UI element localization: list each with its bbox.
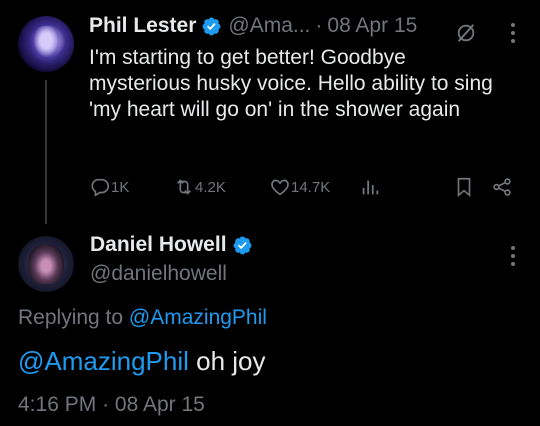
parent-tweet-text: I'm starting to get better! Goodbye myst… xyxy=(89,46,493,121)
reply-icon xyxy=(91,178,110,197)
replying-to-line: Replying to @AmazingPhil xyxy=(18,306,267,330)
reply-tweet-header: Daniel Howell xyxy=(90,233,253,257)
more-icon[interactable] xyxy=(510,246,516,266)
timestamp-separator: · xyxy=(102,393,110,416)
reply-count: 1K xyxy=(111,178,130,196)
avatar-daniel[interactable] xyxy=(18,236,74,292)
views-icon xyxy=(362,180,379,195)
reply-date: 08 Apr 15 xyxy=(114,393,205,416)
parent-date[interactable]: 08 Apr 15 xyxy=(327,14,417,38)
reply-time: 4:16 PM xyxy=(18,393,97,416)
parent-tweet-header: Phil Lester @Ama... · 08 Apr 15 xyxy=(89,14,417,38)
like-icon xyxy=(271,179,289,196)
reply-button[interactable]: 1K xyxy=(89,176,129,198)
like-button[interactable]: 14.7K xyxy=(269,176,330,198)
parent-handle[interactable]: @Ama... xyxy=(228,14,310,38)
tweet-action-bar: 1K 4.2K 14.7K xyxy=(89,176,519,202)
replying-to-link[interactable]: @AmazingPhil xyxy=(129,306,267,329)
grok-icon[interactable] xyxy=(455,22,477,44)
header-separator: · xyxy=(315,14,323,37)
reply-display-name[interactable]: Daniel Howell xyxy=(90,233,227,257)
share-icon xyxy=(493,178,511,196)
reply-timestamp[interactable]: 4:16 PM · 08 Apr 15 xyxy=(18,393,205,417)
verified-badge-icon xyxy=(202,17,221,35)
share-button[interactable] xyxy=(491,176,513,198)
retweet-count: 4.2K xyxy=(195,178,226,196)
more-icon[interactable] xyxy=(510,23,516,43)
mention-link[interactable]: @AmazingPhil xyxy=(18,346,189,376)
thread-connector-line xyxy=(45,80,47,224)
avatar-phil[interactable] xyxy=(18,16,74,72)
parent-display-name[interactable]: Phil Lester xyxy=(89,14,196,38)
bookmark-button[interactable] xyxy=(453,176,475,198)
verified-badge-icon xyxy=(233,236,251,254)
like-count: 14.7K xyxy=(291,178,331,196)
replying-prefix: Replying to xyxy=(18,306,124,329)
retweet-icon xyxy=(176,179,192,195)
bookmark-icon xyxy=(457,177,471,198)
reply-handle[interactable]: @danielhowell xyxy=(90,262,227,286)
views-button[interactable] xyxy=(359,176,381,198)
reply-tweet-text: @AmazingPhil oh joy xyxy=(18,346,266,377)
retweet-button[interactable]: 4.2K xyxy=(173,176,226,198)
reply-body: oh joy xyxy=(188,346,266,376)
